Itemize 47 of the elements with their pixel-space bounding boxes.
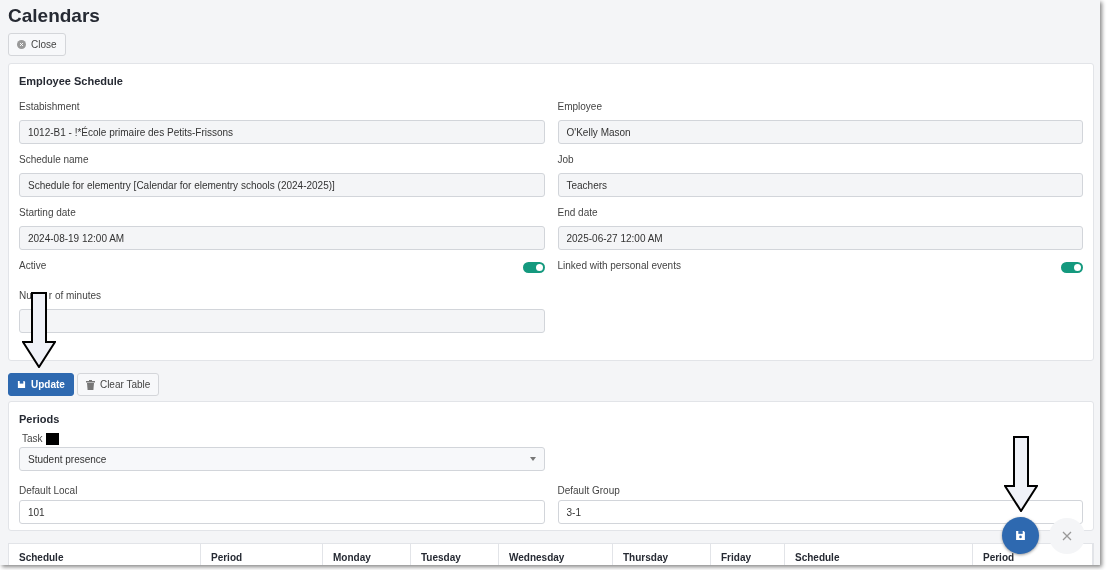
update-button[interactable]: Update (8, 373, 74, 396)
column-header: Friday (711, 544, 785, 565)
trash-icon (85, 379, 95, 390)
field-label: Task (22, 432, 43, 445)
redaction-mark (45, 432, 59, 445)
clear-table-button[interactable]: Clear Table (76, 373, 160, 396)
column-header: Schedule (785, 544, 973, 565)
field-label: r of minutes (48, 289, 102, 302)
column-header: Period (201, 544, 323, 565)
arrow-icon (1004, 436, 1038, 512)
input-field[interactable]: Teachers (557, 173, 1083, 197)
save-icon (1015, 530, 1026, 541)
close-icon (1062, 531, 1072, 541)
column-header: Wednesday (499, 544, 613, 565)
field-label: Default Local (19, 484, 79, 497)
column-header: Thursday (613, 544, 711, 565)
toggle-label: Active (19, 259, 47, 272)
field-label: Employee (557, 100, 603, 113)
task-dropdown[interactable]: Student presence (19, 447, 545, 471)
input-field[interactable]: 2024-08-19 12:00 AM (19, 226, 545, 250)
save-icon (17, 380, 26, 389)
input-field[interactable]: Schedule for elementry [Calendar for elementry schools (2024-2025)] (19, 173, 545, 197)
column-header: Tuesday (411, 544, 499, 565)
page-title: Calendars (8, 4, 101, 28)
toggle-switch[interactable] (1061, 262, 1083, 273)
input-field[interactable] (19, 309, 545, 333)
field-label: Estabishment (19, 100, 81, 113)
field-label: Default Group (557, 484, 621, 497)
input-field[interactable]: 2025-06-27 12:00 AM (557, 226, 1083, 250)
input-field[interactable]: O'Kelly Mason (557, 120, 1083, 144)
field-label: End date (557, 206, 599, 219)
input-field[interactable]: 1012-B1 - !*École primaire des Petits-Frissons (19, 120, 545, 144)
column-header: Monday (323, 544, 411, 565)
input-field[interactable]: 3-1 (557, 500, 1083, 524)
input-field[interactable]: 101 (19, 500, 545, 524)
field-label: Schedule name (19, 153, 90, 166)
section-title: Employee Schedule (19, 74, 124, 89)
field-label: Starting date (19, 206, 77, 219)
column-header: Schedule (9, 544, 201, 565)
section-title: Periods (19, 412, 61, 427)
close-icon (17, 40, 26, 49)
close-button[interactable]: Close (8, 33, 66, 56)
caret-icon (529, 457, 536, 461)
field-label: Nu (19, 289, 32, 302)
field-label: Job (557, 153, 575, 166)
toggle-switch[interactable] (522, 262, 545, 273)
toggle-label: Linked with personal events (557, 259, 681, 272)
